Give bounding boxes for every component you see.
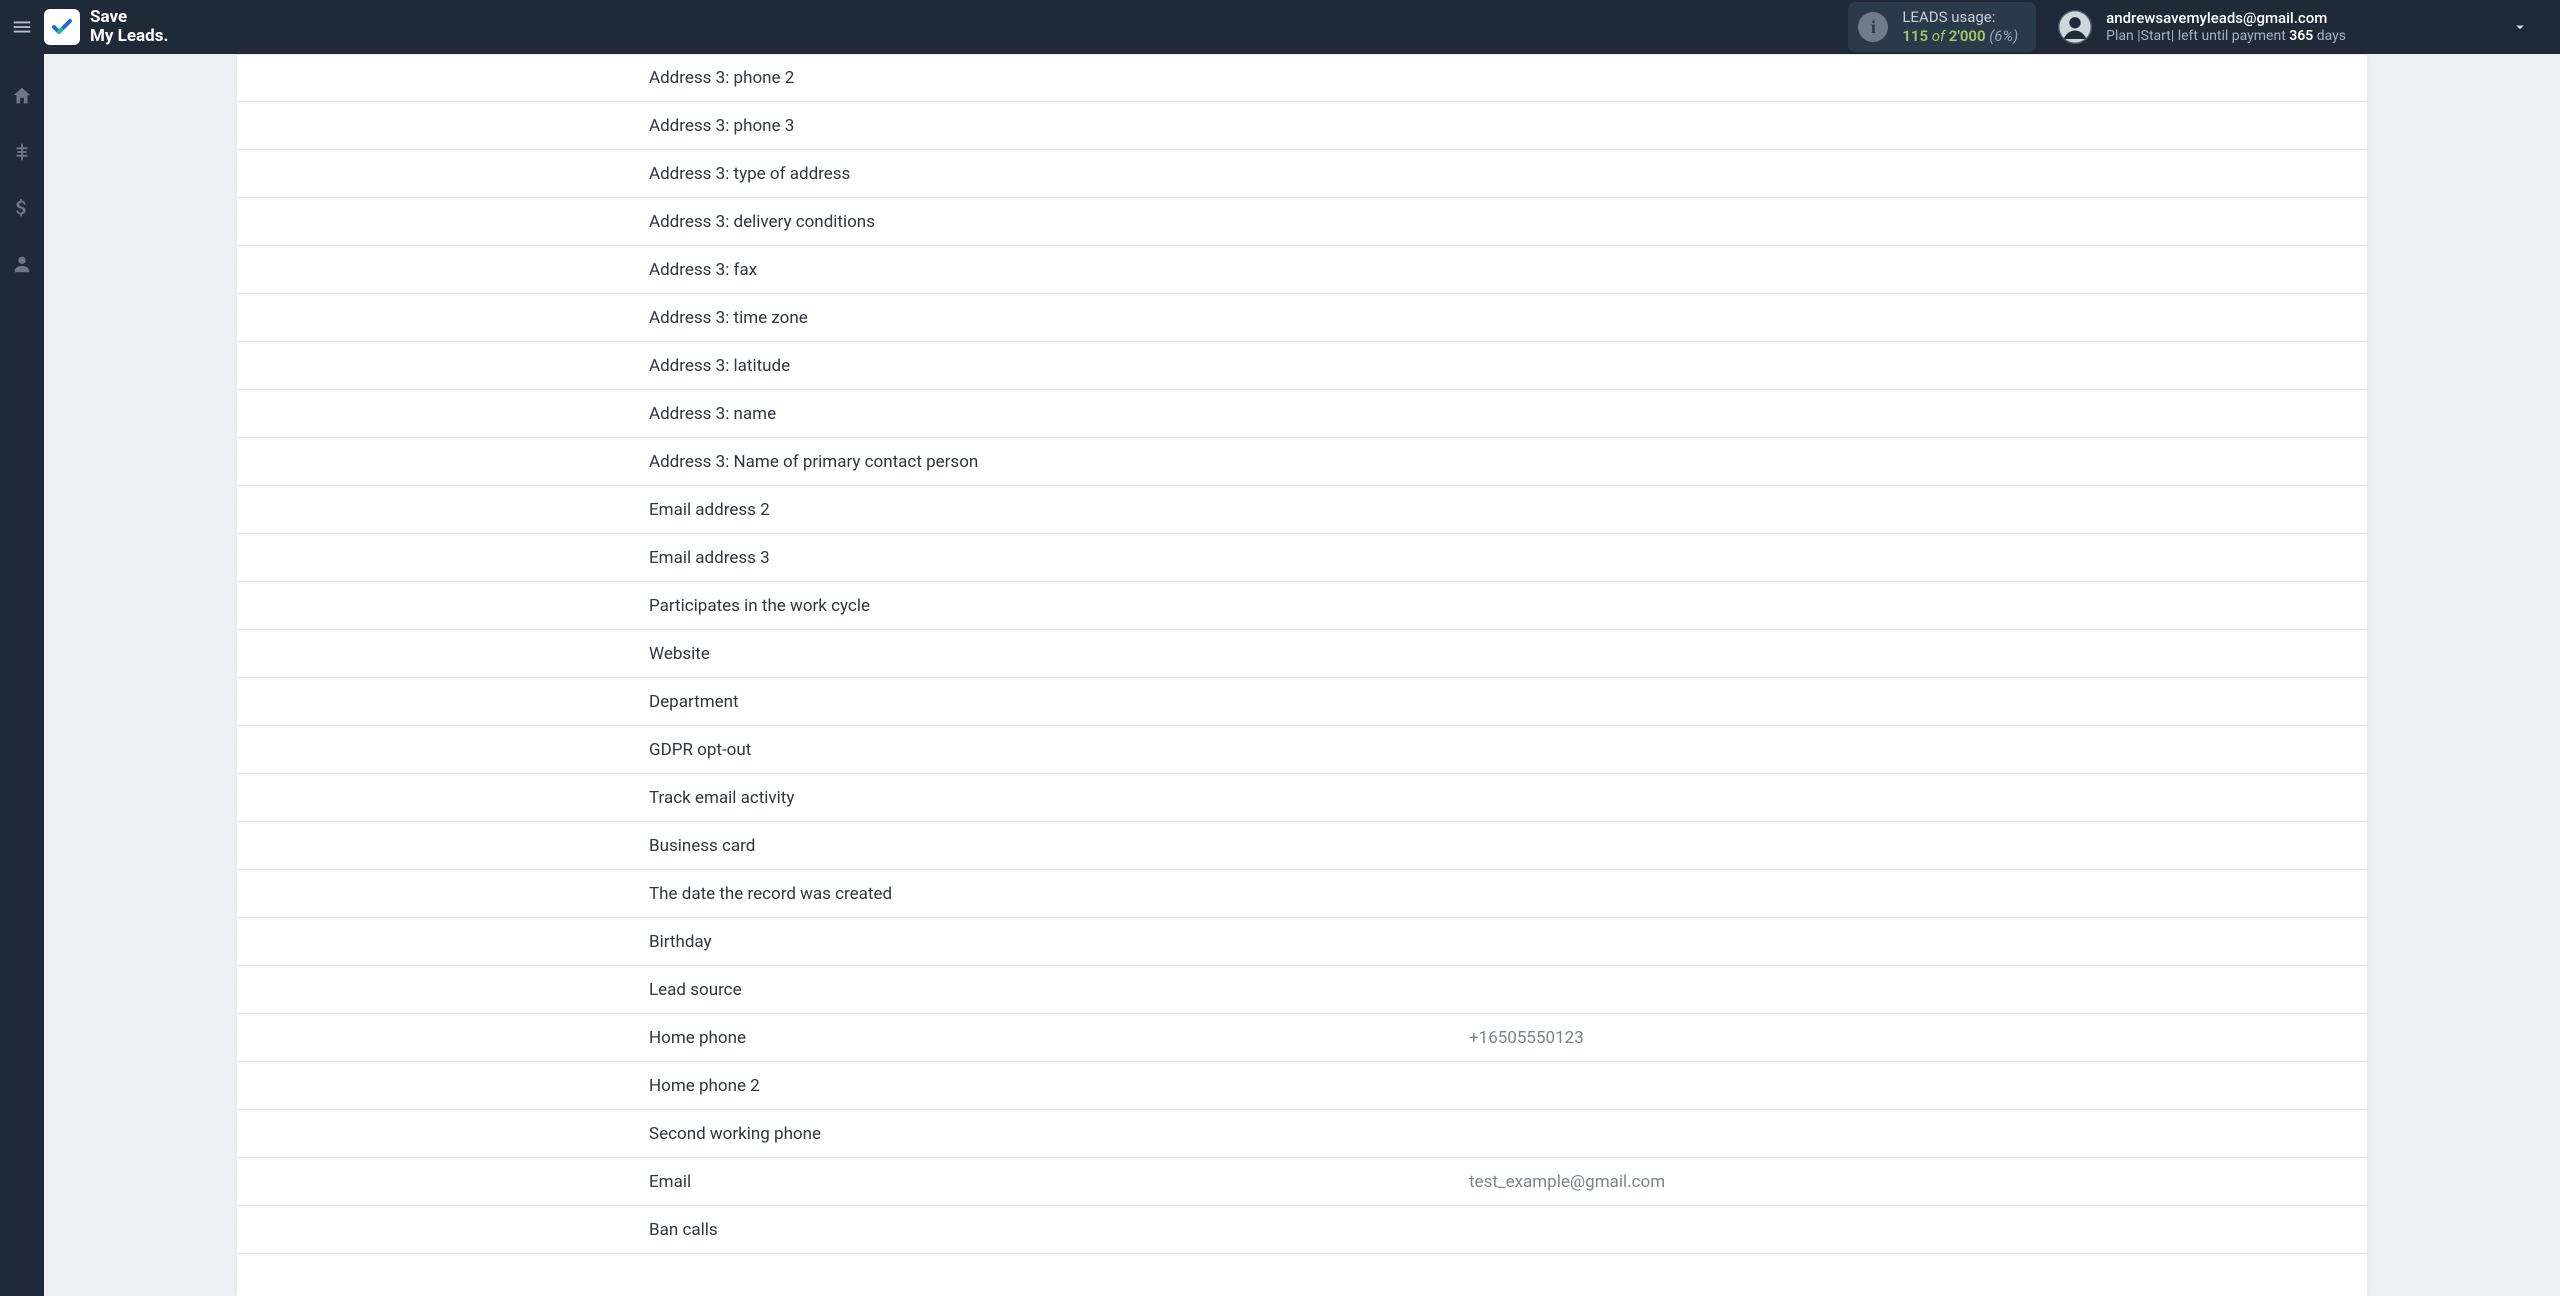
field-row[interactable]: Home phone+16505550123 <box>237 1014 2367 1062</box>
dollar-icon <box>11 197 33 219</box>
menu-toggle-button[interactable] <box>0 0 44 54</box>
field-label: Participates in the work cycle <box>649 596 1469 616</box>
field-label: Address 3: latitude <box>649 356 1469 376</box>
field-row[interactable]: Address 3: type of address <box>237 150 2367 198</box>
user-email: andrewsavemyleads@gmail.com <box>2106 9 2346 28</box>
user-icon <box>11 253 33 275</box>
field-row[interactable]: Website <box>237 630 2367 678</box>
avatar-icon <box>2058 10 2092 44</box>
field-row[interactable]: Email address 3 <box>237 534 2367 582</box>
field-row[interactable]: Track email activity <box>237 774 2367 822</box>
leads-used: 115 <box>1902 27 1928 45</box>
field-row[interactable]: Emailtest_example@gmail.com <box>237 1158 2367 1206</box>
field-value: +16505550123 <box>1469 1028 1584 1048</box>
field-row[interactable]: Home phone 2 <box>237 1062 2367 1110</box>
field-label: Email address 2 <box>649 500 1469 520</box>
field-label: Home phone 2 <box>649 1076 1469 1096</box>
logo[interactable]: Save My Leads. <box>44 8 168 45</box>
field-label: GDPR opt-out <box>649 740 1469 760</box>
field-row[interactable]: Second working phone <box>237 1110 2367 1158</box>
leads-limit: 2'000 <box>1949 27 1986 45</box>
field-row[interactable]: Address 3: delivery conditions <box>237 198 2367 246</box>
field-value: test_example@gmail.com <box>1469 1172 1665 1192</box>
field-row[interactable]: The date the record was created <box>237 870 2367 918</box>
field-row[interactable]: Address 3: name <box>237 390 2367 438</box>
field-row[interactable]: Participates in the work cycle <box>237 582 2367 630</box>
field-label: Address 3: name <box>649 404 1469 424</box>
user-plan-suffix: days <box>2313 28 2346 44</box>
field-label: Department <box>649 692 1469 712</box>
field-row[interactable]: Email address 2 <box>237 486 2367 534</box>
field-label: Address 3: delivery conditions <box>649 212 1469 232</box>
field-row[interactable]: Address 3: time zone <box>237 294 2367 342</box>
main-content: Address 3: phone 2 Address 3: phone 3 Addr… <box>44 54 2560 1296</box>
logo-icon <box>44 9 80 45</box>
user-menu[interactable]: andrewsavemyleads@gmail.com Plan |Start|… <box>2058 9 2540 45</box>
sitemap-icon <box>11 141 33 163</box>
leads-usage-text: LEADS usage: 115 of 2'000 (6%) <box>1902 8 2018 46</box>
field-row[interactable]: Address 3: phone 3 <box>237 102 2367 150</box>
user-menu-toggle[interactable] <box>2500 18 2540 36</box>
field-row[interactable]: Lead source <box>237 966 2367 1014</box>
sidebar-item-connections[interactable] <box>0 134 44 170</box>
user-plan-prefix: Plan |Start| left until payment <box>2106 28 2289 44</box>
field-row[interactable]: Ban calls <box>237 1206 2367 1254</box>
field-label: Email <box>649 1172 1469 1192</box>
field-row[interactable]: Birthday <box>237 918 2367 966</box>
field-card: Address 3: phone 2 Address 3: phone 3 Addr… <box>237 54 2367 1296</box>
field-label: Address 3: fax <box>649 260 1469 280</box>
leads-of: of <box>1928 27 1949 45</box>
field-row[interactable]: Business card <box>237 822 2367 870</box>
field-label: Website <box>649 644 1469 664</box>
field-label: Birthday <box>649 932 1469 952</box>
sidebar-item-billing[interactable] <box>0 190 44 226</box>
field-label: Address 3: phone 3 <box>649 116 1469 136</box>
field-label: Email address 3 <box>649 548 1469 568</box>
field-row[interactable]: GDPR opt-out <box>237 726 2367 774</box>
hamburger-icon <box>11 16 33 38</box>
leads-pct: (6%) <box>1989 27 2018 45</box>
field-label: Lead source <box>649 980 1469 1000</box>
user-plan: Plan |Start| left until payment 365 days <box>2106 28 2346 46</box>
field-label: Ban calls <box>649 1220 1469 1240</box>
field-label: Track email activity <box>649 788 1469 808</box>
field-row[interactable]: Address 3: fax <box>237 246 2367 294</box>
field-label: The date the record was created <box>649 884 1469 904</box>
leads-usage-label: LEADS usage: <box>1902 8 2018 27</box>
field-row[interactable]: Address 3: latitude <box>237 342 2367 390</box>
field-row[interactable]: Department <box>237 678 2367 726</box>
user-info: andrewsavemyleads@gmail.com Plan |Start|… <box>2106 9 2346 45</box>
field-label: Business card <box>649 836 1469 856</box>
sidebar <box>0 54 44 1296</box>
info-icon: i <box>1858 12 1888 42</box>
logo-text: Save My Leads. <box>90 8 168 45</box>
field-label: Address 3: Name of primary contact perso… <box>649 452 1469 472</box>
field-label: Second working phone <box>649 1124 1469 1144</box>
chevron-down-icon <box>2511 18 2529 36</box>
field-label: Address 3: type of address <box>649 164 1469 184</box>
sidebar-item-home[interactable] <box>0 78 44 114</box>
leads-usage-badge: i LEADS usage: 115 of 2'000 (6%) <box>1848 2 2036 52</box>
home-icon <box>11 85 33 107</box>
field-label: Address 3: phone 2 <box>649 68 1469 88</box>
user-plan-days: 365 <box>2289 28 2313 44</box>
field-row[interactable]: Address 3: Name of primary contact perso… <box>237 438 2367 486</box>
field-row[interactable]: Address 3: phone 2 <box>237 54 2367 102</box>
sidebar-item-account[interactable] <box>0 246 44 282</box>
field-list: Address 3: phone 2 Address 3: phone 3 Addr… <box>237 54 2367 1254</box>
field-label: Address 3: time zone <box>649 308 1469 328</box>
header: Save My Leads. i LEADS usage: 115 of 2'0… <box>0 0 2560 54</box>
field-label: Home phone <box>649 1028 1469 1048</box>
